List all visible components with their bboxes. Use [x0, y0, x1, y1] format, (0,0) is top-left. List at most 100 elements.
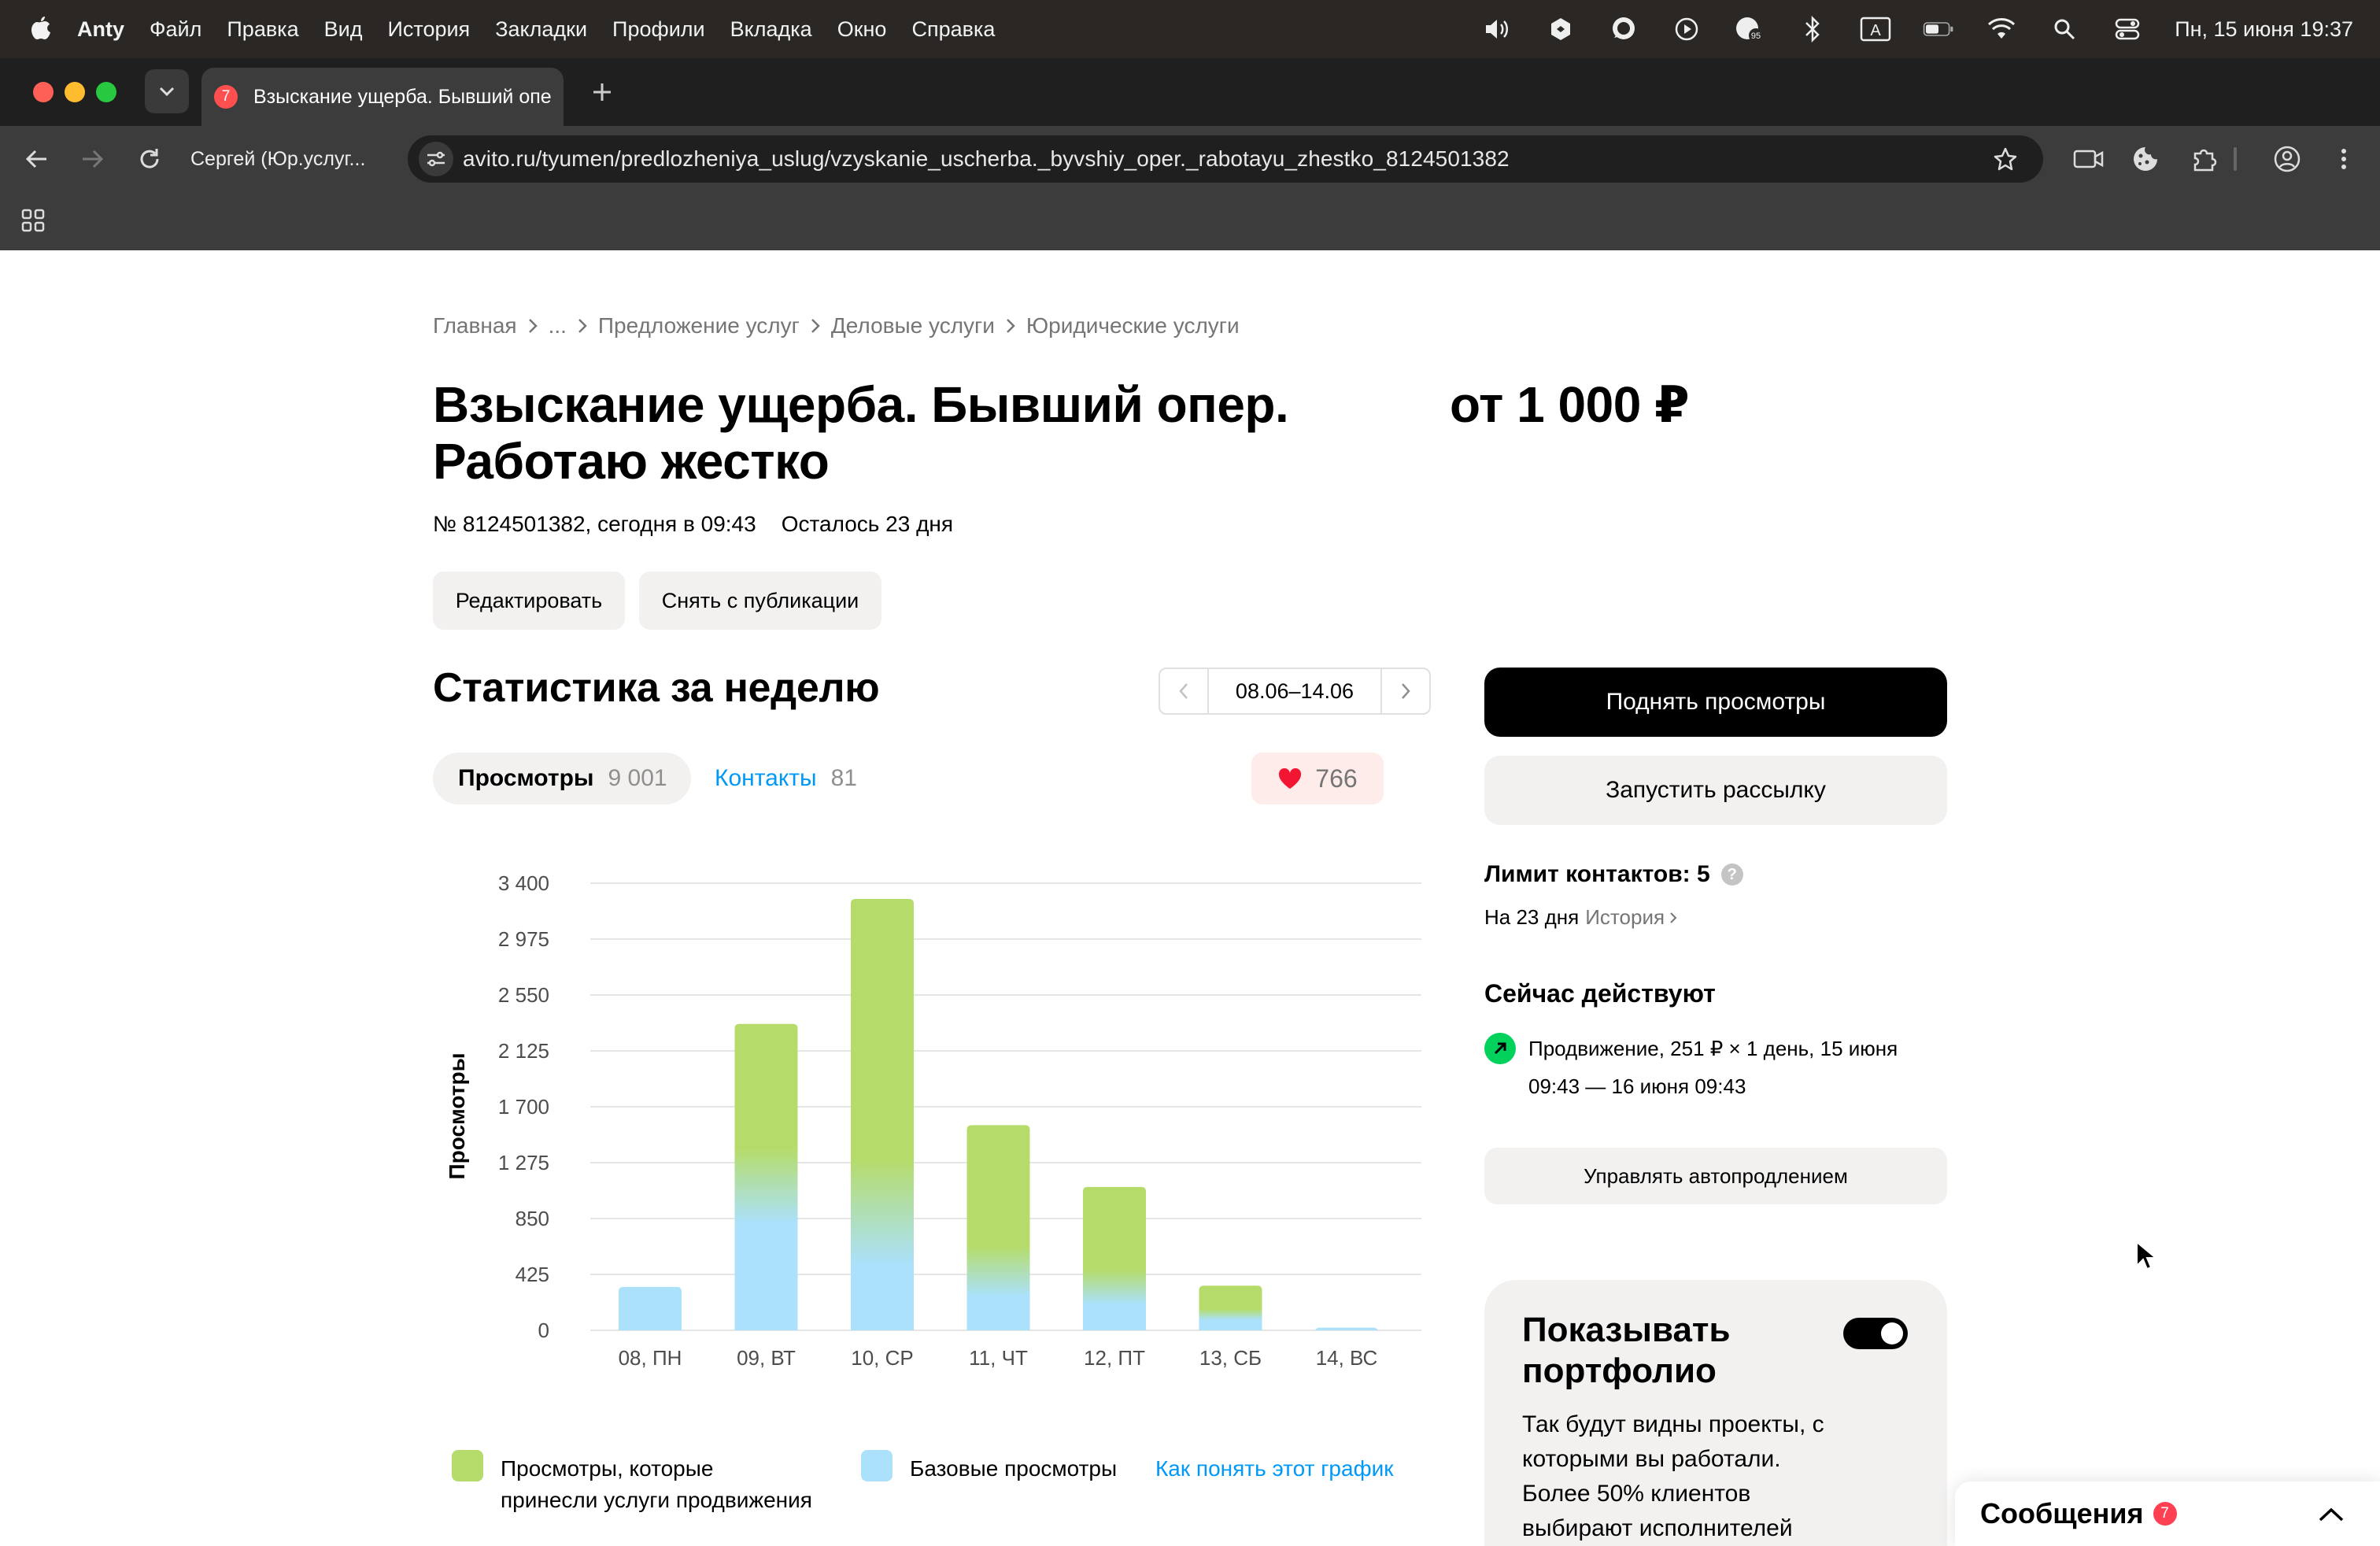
- reload-icon: [140, 149, 159, 168]
- x-tick-label: 12, ПТ: [1084, 1346, 1145, 1370]
- apple-icon[interactable]: [27, 14, 54, 44]
- spotlight-icon[interactable]: [2049, 13, 2080, 45]
- menu-window[interactable]: Окно: [837, 17, 887, 42]
- chevron-up-icon[interactable]: [2314, 1497, 2349, 1532]
- help-question-icon[interactable]: ?: [1720, 864, 1743, 886]
- breadcrumb-services[interactable]: Предложение услуг: [598, 313, 800, 338]
- plus-icon: [593, 83, 611, 101]
- input-source-icon[interactable]: A: [1860, 13, 1891, 45]
- breadcrumb-ellipsis[interactable]: ...: [549, 313, 567, 338]
- tab-views[interactable]: Просмотры 9 001: [433, 753, 691, 804]
- tab-views-label: Просмотры: [458, 765, 594, 791]
- forward-button[interactable]: [76, 142, 110, 176]
- start-mailing-button[interactable]: Запустить рассылку: [1484, 756, 1947, 825]
- camera-icon[interactable]: [2071, 142, 2106, 176]
- tab-contacts[interactable]: Контакты 81: [715, 753, 857, 804]
- manage-autorenew-button[interactable]: Управлять автопродлением: [1484, 1148, 1947, 1204]
- dropbox-icon[interactable]: [1545, 13, 1576, 45]
- promotion-text: Продвижение, 251 ₽ × 1 день, 15 июня 09:…: [1528, 1037, 1898, 1098]
- tab-search-button[interactable]: [145, 69, 189, 113]
- contact-limit-title: Лимит контактов: 5: [1484, 861, 1710, 887]
- messages-widget[interactable]: Сообщения 7: [1955, 1481, 2380, 1546]
- period-selector: 08.06–14.06: [1159, 668, 1431, 715]
- close-window-button[interactable]: [33, 82, 54, 102]
- menu-bar: Anty Файл Правка Вид История Закладки Пр…: [0, 0, 2380, 58]
- chevron-right-icon: [1006, 318, 1015, 334]
- favorites-pill[interactable]: 766: [1251, 753, 1384, 804]
- breadcrumb: Главная ... Предложение услуг Деловые ус…: [433, 313, 1240, 338]
- extensions-icon[interactable]: [2186, 142, 2221, 176]
- zoom-window-button[interactable]: [96, 82, 116, 102]
- chart-help-link[interactable]: Как понять этот график: [1155, 1453, 1394, 1485]
- x-tick-label: 08, ПН: [619, 1346, 682, 1370]
- site-info-icon[interactable]: [419, 142, 453, 176]
- breadcrumb-legal[interactable]: Юридические услуги: [1026, 313, 1240, 338]
- address-bar[interactable]: avito.ru/tyumen/predlozheniya_uslug/vzys…: [408, 135, 2043, 183]
- apps-grid-icon[interactable]: [17, 205, 49, 236]
- x-tick-label: 13, СБ: [1199, 1346, 1262, 1370]
- menu-view[interactable]: Вид: [324, 17, 363, 42]
- url-text[interactable]: avito.ru/tyumen/predlozheniya_uslug/vzys…: [463, 146, 1510, 172]
- limit-period: На 23 дня: [1484, 905, 1580, 929]
- new-tab-button[interactable]: [582, 72, 622, 112]
- browser-tab-bar: 7 Взыскание ущерба. Бывший опер.: [0, 58, 2380, 126]
- y-tick-label: 2 550: [498, 983, 549, 1007]
- minimize-window-button[interactable]: [65, 82, 85, 102]
- history-link-label: История: [1585, 905, 1665, 929]
- legend-swatch-base: [861, 1450, 893, 1481]
- page-content: Главная ... Предложение услуг Деловые ус…: [0, 250, 2380, 1546]
- play-icon[interactable]: [1671, 13, 1702, 45]
- raise-views-button[interactable]: Поднять просмотры: [1484, 668, 1947, 737]
- history-link[interactable]: История: [1585, 905, 1677, 930]
- period-next-button[interactable]: [1382, 669, 1429, 713]
- menu-edit[interactable]: Правка: [227, 17, 298, 42]
- menu-help[interactable]: Справка: [911, 17, 995, 42]
- menubar-clock[interactable]: Пн, 15 июня 19:37: [2175, 17, 2353, 42]
- wifi-icon[interactable]: [1986, 13, 2017, 45]
- cookie-icon[interactable]: [2128, 142, 2163, 176]
- chevron-right-icon: [1670, 912, 1677, 923]
- chat-icon[interactable]: [1608, 13, 1639, 45]
- menu-file[interactable]: Файл: [150, 17, 201, 42]
- edit-button[interactable]: Редактировать: [433, 571, 625, 630]
- volume-icon[interactable]: [1482, 13, 1513, 45]
- menu-profiles[interactable]: Профили: [612, 17, 705, 42]
- unpublish-button[interactable]: Снять с публикации: [639, 571, 881, 630]
- account-icon[interactable]: [2270, 142, 2304, 176]
- messages-title: Сообщения: [1980, 1497, 2144, 1529]
- menu-kebab-icon[interactable]: [2326, 142, 2361, 176]
- browser-tab-active[interactable]: 7 Взыскание ущерба. Бывший опер.: [201, 68, 564, 126]
- breadcrumb-home[interactable]: Главная: [433, 313, 517, 338]
- menu-bookmarks[interactable]: Закладки: [495, 17, 587, 42]
- browser-toolbar: Сергей (Юр.услуг... avito.ru/tyumen/pred…: [0, 126, 2380, 192]
- menu-app-name[interactable]: Anty: [77, 17, 124, 42]
- profile-chip[interactable]: Сергей (Юр.услуг...: [178, 135, 392, 183]
- mouse-cursor-icon: [2136, 1241, 2158, 1270]
- battery-icon[interactable]: [1923, 13, 1954, 45]
- bookmarks-bar: [0, 192, 2380, 250]
- portfolio-toggle[interactable]: [1843, 1318, 1908, 1349]
- reload-button[interactable]: [132, 142, 167, 176]
- back-button[interactable]: [19, 142, 54, 176]
- y-tick-label: 1 700: [498, 1095, 549, 1119]
- x-tick-label: 09, ВТ: [737, 1346, 796, 1370]
- y-tick-label: 850: [516, 1207, 549, 1230]
- bluetooth-icon[interactable]: [1797, 13, 1828, 45]
- menu-tab[interactable]: Вкладка: [730, 17, 812, 42]
- breadcrumb-business[interactable]: Деловые услуги: [831, 313, 995, 338]
- toggle-knob: [1881, 1322, 1903, 1344]
- y-tick-label: 3 400: [498, 871, 549, 895]
- y-tick-label: 1 275: [498, 1151, 549, 1174]
- messages-badge: 7: [2153, 1502, 2177, 1526]
- listing-title: Взыскание ущерба. Бывший опер. Работаю ж…: [433, 376, 1289, 490]
- period-prev-button[interactable]: [1160, 669, 1207, 713]
- chart-legend: Просмотры, которые принесли услуги продв…: [452, 1450, 1420, 1532]
- period-range[interactable]: 08.06–14.06: [1207, 669, 1382, 713]
- control-center-icon[interactable]: [2112, 13, 2143, 45]
- x-tick-label: 11, ЧТ: [969, 1346, 1028, 1370]
- chevron-left-icon: [1179, 683, 1188, 699]
- portfolio-card: Показывать портфолио Так будут видны про…: [1484, 1280, 1947, 1546]
- menu-history[interactable]: История: [387, 17, 470, 42]
- vpn-icon[interactable]: 95: [1734, 13, 1765, 45]
- bookmark-star-icon[interactable]: [1988, 142, 2023, 176]
